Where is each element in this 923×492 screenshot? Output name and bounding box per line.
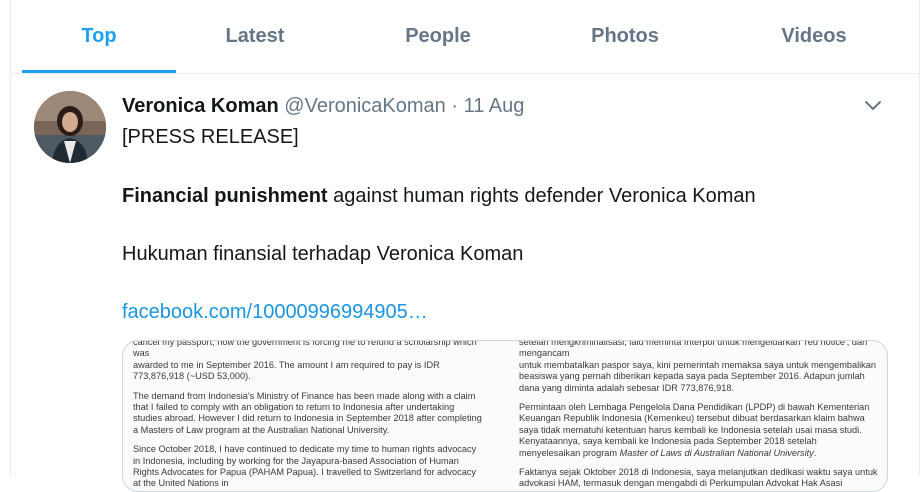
chevron-down-icon[interactable]: [862, 96, 884, 114]
active-tab-indicator: [22, 70, 176, 73]
header-separator: ·: [451, 95, 459, 117]
tab-latest-label: Latest: [225, 25, 285, 47]
tab-videos[interactable]: Videos: [726, 0, 902, 73]
tweet-line-english: Financial punishment against human right…: [122, 185, 756, 208]
tab-latest[interactable]: Latest: [176, 0, 334, 73]
attached-image-press-release[interactable]: cancel my passport, now the government i…: [122, 340, 888, 492]
right-paragraph-2-italic: Master of Laws di Australian National Un…: [619, 447, 814, 458]
tab-videos-label: Videos: [781, 25, 847, 47]
author-name[interactable]: Veronica Koman: [122, 95, 279, 117]
search-tabs: Top Latest People Photos Videos: [10, 0, 920, 74]
attachment-left-column: cancel my passport, now the government i…: [133, 340, 485, 491]
right-paragraph-2: Permintaan oleh Lembaga Pengelola Dana P…: [519, 402, 879, 459]
tweet-date[interactable]: 11 Aug: [464, 95, 525, 117]
left-paragraph-2: The demand from Indonesia's Ministry of …: [133, 390, 482, 435]
left-paragraph-3: Since October 2018, I have continued to …: [133, 444, 477, 489]
left-paragraph-1: awarded to me in September 2016. The amo…: [133, 359, 440, 382]
tweet-line-press-release: [PRESS RELEASE]: [122, 126, 299, 148]
right-paragraph-3: Faktanya sejak Oktober 2018 di Indonesia…: [519, 467, 878, 491]
tab-top-label: Top: [81, 25, 117, 47]
author-handle[interactable]: @VeronicaKoman: [284, 95, 446, 117]
attachment-right-column: setelah mengkriminalisasi, lalu meminta …: [519, 340, 879, 491]
tab-people[interactable]: People: [348, 0, 528, 73]
tab-people-label: People: [405, 25, 471, 47]
tweet-line-english-rest: against human rights defender Veronica K…: [327, 185, 756, 207]
tweet-link[interactable]: facebook.com/10000996994905…: [122, 301, 428, 324]
tweet-bold-phrase: Financial punishment: [122, 185, 328, 207]
right-paragraph-1: untuk membatalkan paspor saya, kini peme…: [519, 359, 876, 393]
avatar[interactable]: [34, 91, 106, 163]
tab-photos-label: Photos: [591, 25, 659, 47]
tweet-header: Veronica Koman @VeronicaKoman · 11 Aug: [122, 95, 524, 118]
tweet-line-indonesian: Hukuman finansial terhadap Veronica Koma…: [122, 243, 524, 265]
right-paragraph-2-end: .: [813, 447, 817, 458]
tab-top[interactable]: Top: [22, 0, 176, 73]
tab-photos[interactable]: Photos: [538, 0, 712, 73]
left-top-cut: cancel my passport, now the government i…: [133, 340, 477, 359]
avatar-image: [34, 91, 106, 163]
right-top-cut: setelah mengkriminalisasi, lalu meminta …: [519, 340, 868, 359]
